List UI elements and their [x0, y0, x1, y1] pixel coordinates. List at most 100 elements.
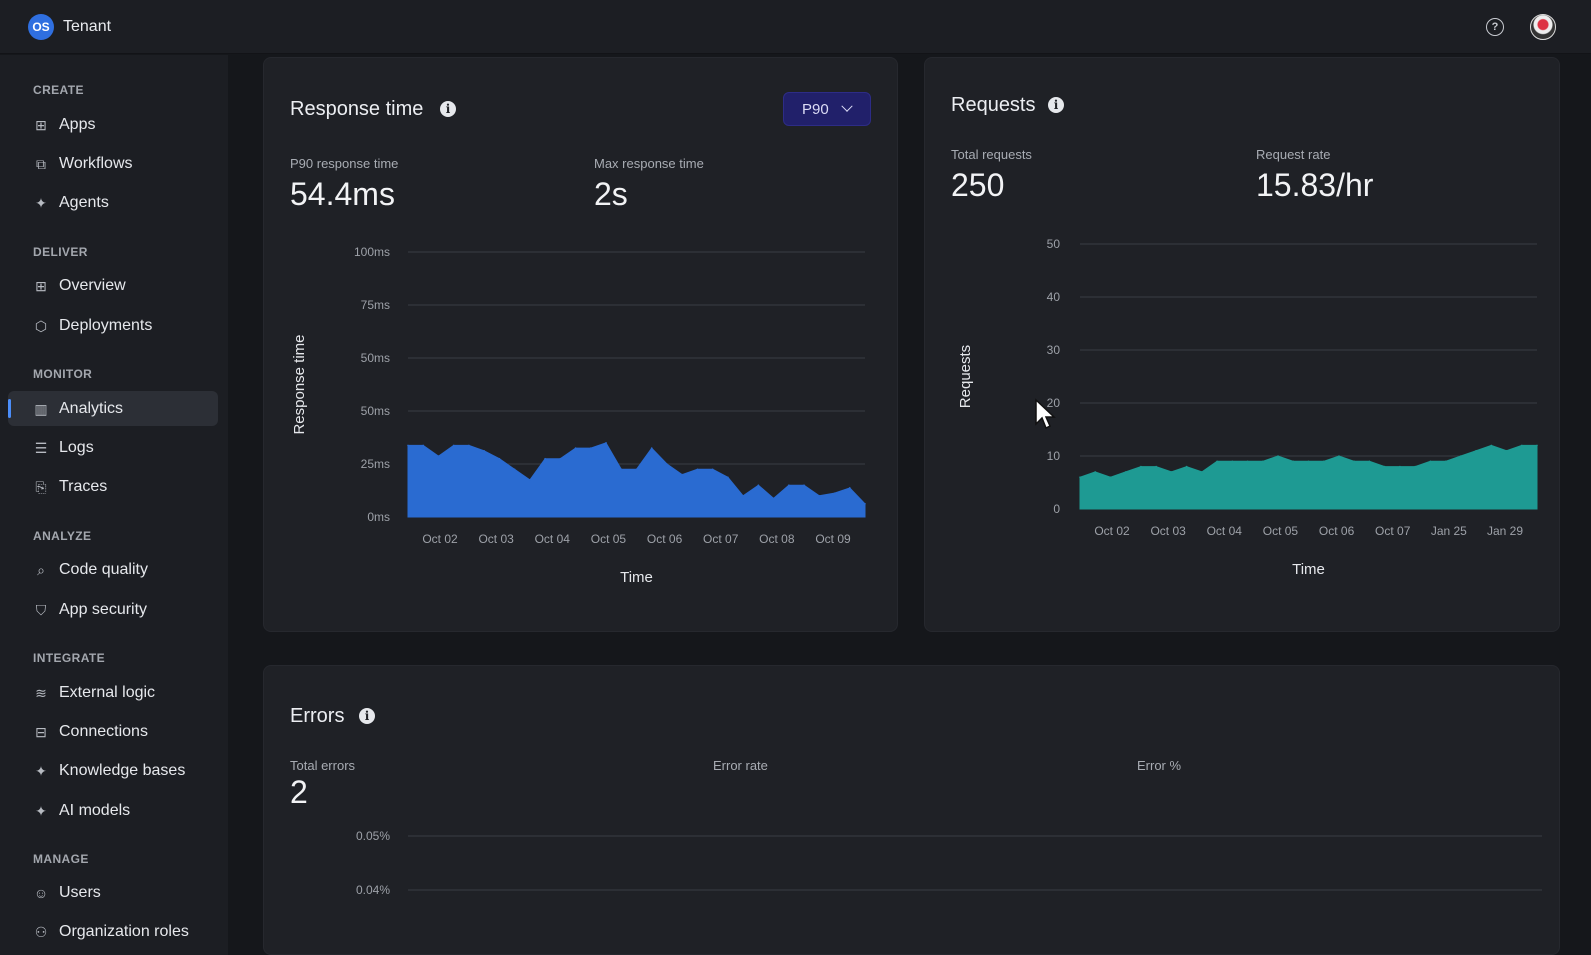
avatar[interactable]: [1530, 14, 1556, 40]
data-point: [1322, 460, 1325, 463]
sidebar-item-deployments[interactable]: ⬡ Deployments: [8, 308, 218, 343]
mouse-cursor-icon: [1035, 398, 1056, 430]
data-point: [1475, 449, 1477, 452]
sidebar-item-code-quality[interactable]: ⌕ Code quality: [8, 552, 218, 587]
sidebar-item-analytics[interactable]: ▥ Analytics: [8, 391, 218, 426]
y-tick-label: 0ms: [367, 510, 390, 524]
help-icon[interactable]: ?: [1486, 18, 1504, 36]
sidebar-item-label: Traces: [59, 477, 108, 495]
sidebar-item-logs[interactable]: ☰ Logs: [8, 430, 218, 465]
stat-label: Total requests: [951, 147, 1032, 162]
data-point: [437, 455, 440, 457]
x-tick-label: Oct 07: [1375, 524, 1411, 538]
data-point: [1429, 460, 1432, 463]
sidebar-item-knowledge-bases[interactable]: ✦ Knowledge bases: [8, 753, 218, 788]
data-point: [1505, 449, 1508, 452]
x-tick-label: Jan 29: [1487, 524, 1523, 538]
info-icon[interactable]: i: [1048, 97, 1064, 113]
y-tick-label: 100ms: [354, 245, 390, 259]
data-point: [1094, 471, 1097, 473]
logs-icon: ☰: [34, 439, 48, 456]
info-icon[interactable]: i: [359, 708, 375, 724]
data-point: [1490, 444, 1493, 447]
y-tick-label: 40: [1047, 290, 1061, 304]
layers-icon: ≋: [35, 684, 47, 701]
sidebar-item-users[interactable]: ☺ Users: [8, 875, 218, 910]
sidebar-item-label: Workflows: [59, 154, 133, 172]
response-time-chart: 0ms 25ms 50ms 50ms 75ms 100ms Oct 02 Oct 03 Oct …: [291, 245, 866, 586]
workflows-icon: ⧉: [36, 155, 46, 172]
data-point: [1140, 465, 1142, 468]
data-point: [772, 497, 775, 500]
data-point: [1520, 444, 1523, 447]
overview-icon: ⊞: [35, 277, 47, 294]
data-point: [711, 468, 714, 471]
sidebar-item-apps[interactable]: ⊞ Apps: [8, 107, 218, 142]
x-tick-label: Oct 04: [535, 532, 571, 546]
sidebar-item-label: Deployments: [59, 316, 153, 334]
top-bar: OS Tenant ?: [0, 0, 1591, 54]
tenant-name[interactable]: Tenant: [63, 18, 111, 36]
data-point: [1338, 455, 1340, 457]
data-point: [1277, 455, 1279, 457]
y-tick-label: 0.05%: [356, 830, 390, 843]
data-point: [513, 468, 516, 471]
data-point: [1292, 460, 1295, 463]
data-point: [468, 444, 470, 447]
data-point: [1414, 465, 1416, 468]
deployments-icon: ⬡: [34, 317, 48, 334]
app-logo[interactable]: OS: [28, 14, 54, 40]
data-point: [788, 484, 790, 486]
app-root: OS Tenant ? CREATE ⊞ Apps ⧉ Workflows ✦ …: [0, 0, 1591, 955]
data-point: [666, 463, 668, 465]
stat-label: Request rate: [1256, 147, 1331, 162]
requests-chart: 01020304050Oct 02 Oct 03 Oct 04 Oct 05 Oct 0…: [957, 237, 1538, 578]
users-icon: ☺: [33, 884, 49, 901]
sidebar-item-external-logic[interactable]: ≋ External logic: [8, 675, 218, 710]
sidebar-item-connections[interactable]: ⊟ Connections: [8, 714, 218, 749]
section-label-monitor: MONITOR: [33, 367, 93, 381]
sidebar-item-overview[interactable]: ⊞ Overview: [8, 268, 218, 303]
data-point: [833, 492, 836, 494]
chevron-down-icon: [841, 100, 853, 112]
data-point: [681, 473, 683, 476]
sidebar-item-label: Logs: [59, 438, 94, 456]
data-point: [407, 444, 409, 447]
sidebar-item-workflows[interactable]: ⧉ Workflows: [8, 146, 218, 181]
info-icon[interactable]: i: [440, 101, 456, 117]
data-point: [1444, 460, 1447, 463]
x-tick-label: Oct 02: [422, 532, 458, 546]
x-tick-label: Jan 25: [1431, 524, 1467, 538]
x-tick-label: Oct 09: [815, 532, 851, 546]
stat-label: P90 response time: [290, 156, 399, 171]
data-point: [803, 484, 805, 486]
data-point: [1155, 465, 1157, 468]
y-tick-label: 25ms: [361, 457, 390, 471]
data-point: [1460, 455, 1462, 457]
data-point: [1079, 476, 1081, 478]
y-tick-label: 50ms: [361, 351, 390, 365]
y-tick-label: 30: [1047, 343, 1061, 357]
sidebar-item-app-security[interactable]: ⛉ App security: [8, 592, 218, 627]
stat-label: Error %: [1137, 758, 1182, 773]
connections-icon: ⊟: [35, 723, 47, 740]
data-point: [1170, 471, 1173, 473]
percentile-select-value: P90: [802, 100, 829, 118]
stat-label: Max response time: [594, 156, 704, 171]
sidebar-item-ai-models[interactable]: ✦ AI models: [8, 793, 218, 828]
data-point: [696, 468, 699, 471]
requests-title: Requests: [951, 94, 1036, 116]
data-point: [1201, 471, 1203, 473]
y-tick-label: 50ms: [361, 404, 390, 418]
data-point: [605, 442, 607, 444]
data-point: [529, 479, 531, 481]
traces-icon: ⎘: [35, 478, 47, 495]
sidebar-item-traces[interactable]: ⎘ Traces: [8, 469, 218, 504]
sidebar-item-agents[interactable]: ✦ Agents: [8, 185, 218, 220]
data-point: [559, 457, 562, 460]
x-tick-label: Oct 04: [1207, 524, 1243, 538]
data-point: [1109, 476, 1112, 478]
percentile-select[interactable]: P90: [783, 92, 871, 126]
sidebar-item-organization-roles[interactable]: ⚇ Organization roles: [8, 914, 218, 949]
sparkle-icon: ✦: [35, 802, 47, 819]
